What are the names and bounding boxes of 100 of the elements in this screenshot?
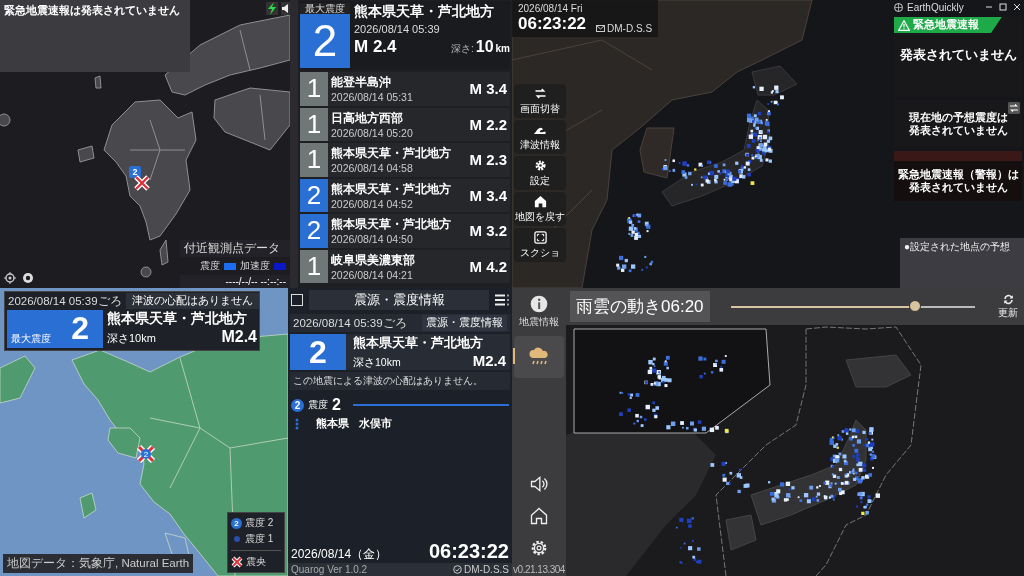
settings-icon	[529, 538, 549, 558]
home-icon	[532, 194, 548, 209]
intensity-badge: 1	[300, 72, 328, 106]
island-drawing	[140, 266, 152, 278]
magnitude: M 3.2	[469, 222, 508, 240]
data-source: DM-D.S.S	[607, 23, 653, 34]
version-label: v0.21.13.304	[512, 564, 566, 576]
island-drawing	[159, 239, 169, 266]
intensity-badge: 2	[291, 398, 304, 412]
magnitude: M 2.2	[469, 115, 508, 133]
eew-status: 発表されていません	[898, 47, 1018, 64]
quake-time: 2026/08/14 04:50	[331, 233, 414, 246]
island-drawing	[0, 113, 11, 127]
speaker-icon[interactable]	[281, 2, 290, 15]
maximize-icon[interactable]	[998, 2, 1008, 12]
island-drawing	[94, 75, 102, 89]
info-type-tag: 震源・震度情報	[422, 315, 507, 331]
depth-value: 10	[475, 38, 494, 56]
quake-time: 2026/08/14 05:31	[331, 91, 414, 104]
station-data-title: 付近観測点データ	[180, 240, 290, 257]
intensity-badge: 1	[300, 249, 328, 283]
tsunami-status: 津波の心配はありません	[125, 293, 259, 309]
epicenter-x-icon	[133, 174, 151, 192]
app-title: EarthQuickly	[907, 1, 965, 13]
epicenter-x-icon	[231, 556, 243, 568]
magnitude: M 2.4	[354, 37, 397, 57]
intensity-badge: 2	[231, 517, 242, 529]
quake-time: 2026/08/14 05:39ごろ	[293, 315, 407, 331]
legend-label: 震度 1	[245, 532, 274, 546]
close-icon[interactable]	[1012, 2, 1022, 12]
sidebar-button[interactable]: 地震情報	[514, 289, 564, 334]
slider-thumb[interactable]	[908, 299, 921, 312]
timestamp: ----/--/-- --:--:--	[180, 275, 290, 288]
eew-title: 緊急地震速報	[913, 18, 979, 32]
quake-time: 2026/08/14 05:39ごろ	[8, 293, 122, 309]
epicenter-name: 日高地方西部	[331, 109, 404, 127]
data-source: DM-D.S.S	[464, 564, 509, 575]
intensity-value: 2	[332, 396, 341, 414]
clock: 06:23:22	[518, 14, 587, 34]
dotted-line-icon	[294, 417, 300, 430]
sidebar-button[interactable]: 設定	[514, 156, 566, 190]
intensity-label: 震度	[308, 398, 328, 412]
legend-label: 震央	[246, 555, 266, 569]
refresh-button[interactable]: 更新	[996, 293, 1020, 320]
legend-label: 震度 2	[245, 516, 274, 530]
warning-icon	[898, 19, 910, 31]
sidebar-button[interactable]: 津波情報	[514, 120, 566, 154]
sidebar-button[interactable]: スクショ	[514, 228, 566, 262]
map-credit: 地図データ：気象庁, Natural Earth	[3, 554, 194, 573]
crosshair-icon[interactable]	[4, 272, 16, 284]
swap-arrows-icon[interactable]	[1008, 102, 1020, 114]
quake-time: 2026/08/14 05:20	[331, 126, 414, 139]
sidebar-button[interactable]: 地図を戻す	[514, 192, 566, 226]
sidebar-button[interactable]: 画面切替	[514, 84, 566, 118]
radar-time-title: 雨雲の動き06:20	[570, 291, 710, 322]
intensity-badge: 1	[300, 107, 328, 141]
epicenter-name: 熊本県天草・芦北地方	[331, 180, 452, 198]
intensity-badge: 2	[300, 214, 328, 248]
forecast-points-panel: ●設定された地点の予想	[900, 238, 1024, 288]
epicenter-name: 熊本県天草・芦北地方	[331, 145, 452, 163]
menu-icon[interactable]	[495, 294, 509, 306]
settings-icon[interactable]	[22, 272, 34, 284]
island-drawing	[77, 145, 95, 163]
refresh-icon	[1001, 293, 1015, 306]
screenshot-icon	[532, 230, 548, 245]
info-icon	[529, 294, 549, 314]
magnitude: M 3.4	[469, 186, 508, 204]
magnitude: M2.4	[221, 328, 257, 346]
depth-unit: km	[495, 43, 510, 54]
epicenter-name: 熊本県天草・芦北地方	[107, 310, 248, 328]
intensity-badge: 2	[300, 178, 328, 212]
quake-time: 2026/08/14 04:21	[331, 268, 414, 281]
intensity-badge: 1	[300, 143, 328, 177]
epicenter-name: 岐阜県美濃東部	[331, 251, 416, 269]
date-label: 2026/08/14 Fri	[518, 3, 584, 14]
quake-time: 2026/08/14 04:52	[331, 197, 414, 210]
magnitude: M 4.2	[469, 257, 508, 275]
quake-time: 2026/08/14 04:58	[331, 162, 414, 175]
speaker-icon	[529, 474, 549, 494]
intensity-badge: 2	[290, 334, 346, 370]
globe-icon	[894, 2, 903, 12]
magnitude: M 3.4	[469, 80, 508, 98]
sidebar-button[interactable]	[514, 336, 564, 378]
magnitude: M 2.3	[469, 151, 508, 169]
depth: 深さ10km	[107, 331, 156, 346]
legend-label: 加速度	[240, 259, 270, 273]
warning-message: 緊急地震速報（警報）は 発表されていません	[897, 168, 1019, 194]
magnitude: M2.4	[472, 352, 506, 369]
check-circle-icon	[453, 565, 462, 574]
intensity-badge: 2	[300, 14, 350, 68]
tsunami-message: この地震による津波の心配はありません。	[290, 372, 510, 390]
checkbox[interactable]	[291, 294, 303, 306]
mail-icon	[596, 24, 606, 33]
epicenter-name: 熊本県天草・芦北地方	[354, 3, 495, 21]
quake-time: 2026/08/14 05:39	[354, 23, 441, 35]
version-label: Quarog Ver 1.0.2	[291, 564, 368, 575]
epicenter-name: 熊本県天草・芦北地方	[353, 334, 484, 352]
max-intensity-caption: 最大震度	[300, 3, 350, 14]
city-name: 水俣市	[359, 416, 392, 431]
lightning-icon[interactable]	[266, 2, 278, 15]
